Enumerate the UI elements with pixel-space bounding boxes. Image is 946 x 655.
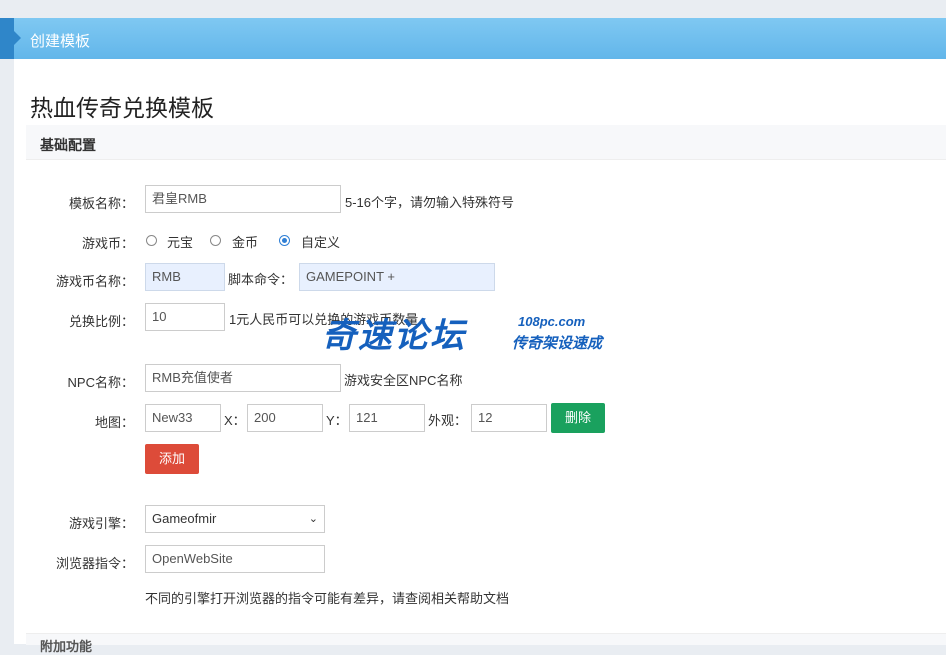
currency-label: 游戏币：	[81, 236, 134, 251]
header-title: 创建模板	[30, 33, 91, 50]
y-input[interactable]: 121	[349, 404, 425, 432]
ratio-input[interactable]: 10	[145, 303, 225, 331]
engine-label: 游戏引擎：	[68, 516, 134, 531]
add-button[interactable]: 添加	[145, 444, 199, 474]
header-bar: 创建模板	[0, 18, 946, 59]
script-command-input[interactable]: GAMEPOINT +	[299, 263, 495, 291]
look-input[interactable]: 12	[471, 404, 547, 432]
npc-label: NPC名称：	[67, 375, 134, 390]
watermark-sub: 传奇架设速成	[512, 335, 603, 352]
browser-label: 浏览器指令：	[55, 556, 134, 571]
x-label: X：	[224, 413, 246, 428]
next-section-title: 附加功能	[40, 639, 93, 654]
ratio-label: 兑换比例：	[68, 314, 134, 329]
template-name-input[interactable]: 君皇RMB	[145, 185, 341, 213]
currency-name-input[interactable]: RMB	[145, 263, 225, 291]
browser-input[interactable]: OpenWebSite	[145, 545, 325, 573]
engine-select[interactable]: Gameofmir ⌄	[145, 505, 325, 533]
script-command-label: 脚本命令：	[228, 272, 294, 287]
next-section-header: 附加功能	[26, 633, 946, 654]
watermark-logo: 奇速论坛 108pc.com 传奇架设速成	[322, 308, 622, 358]
map-label: 地图：	[94, 415, 134, 430]
radio-yuanbao[interactable]	[146, 235, 157, 246]
header-accent	[0, 18, 21, 59]
radio-custom-label: 自定义	[301, 235, 341, 250]
npc-input[interactable]: RMB充值使者	[145, 364, 341, 392]
radio-gold[interactable]	[210, 235, 221, 246]
radio-yuanbao-label: 元宝	[167, 235, 194, 250]
npc-hint: 游戏安全区NPC名称	[344, 373, 463, 388]
delete-button[interactable]: 删除	[551, 403, 605, 433]
map-input[interactable]: New33	[145, 404, 221, 432]
watermark-main: 奇速论坛	[322, 316, 466, 356]
look-label: 外观：	[428, 413, 468, 428]
x-input[interactable]: 200	[247, 404, 323, 432]
currency-name-label: 游戏币名称：	[55, 274, 134, 289]
watermark-url: 108pc.com	[518, 314, 586, 329]
browser-hint: 不同的引擎打开浏览器的指令可能有差异，请查阅相关帮助文档	[145, 591, 510, 606]
page-title: 热血传奇兑换模板	[30, 95, 214, 121]
template-name-hint: 5-16个字，请勿输入特殊符号	[345, 195, 515, 210]
section-title: 基础配置	[40, 137, 96, 153]
template-name-label: 模板名称：	[68, 196, 134, 211]
section-header: 基础配置	[26, 125, 946, 160]
y-label: Y：	[326, 413, 348, 428]
chevron-down-icon: ⌄	[308, 513, 318, 525]
engine-select-value: Gameofmir	[152, 511, 217, 526]
radio-custom[interactable]	[279, 235, 290, 246]
radio-gold-label: 金币	[232, 235, 259, 250]
top-strip	[0, 0, 946, 18]
